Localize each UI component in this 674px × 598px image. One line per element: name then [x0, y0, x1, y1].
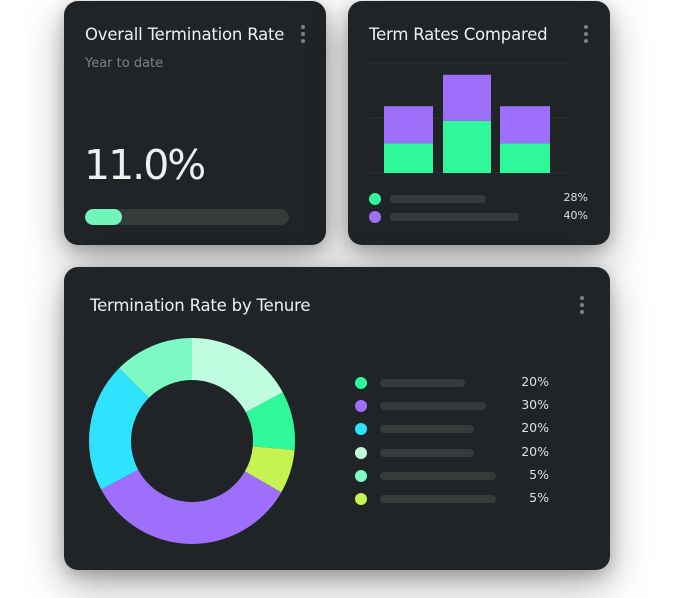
legend-placeholder-bar [380, 425, 474, 434]
bar-segment [384, 106, 433, 144]
legend-item: 20% [355, 443, 555, 459]
kebab-menu-icon[interactable] [577, 294, 587, 316]
legend-placeholder-bar [380, 448, 474, 457]
legend-item: 40% [369, 209, 589, 223]
legend-value: 40% [563, 209, 588, 222]
bar-segment [443, 120, 491, 173]
legend-dot [355, 469, 367, 482]
termination-rate-value: 11.0% [84, 141, 206, 189]
legend-placeholder-bar [390, 195, 486, 203]
bar-segment [500, 143, 550, 173]
card-title: Termination Rate by Tenure [90, 296, 311, 315]
legend-value: 28% [563, 191, 588, 204]
card-subtitle: Year to date [85, 56, 164, 71]
legend-placeholder-bar [380, 495, 496, 503]
legend-value: 20% [521, 420, 549, 436]
bar-segment [443, 74, 491, 121]
legend-dot [369, 211, 381, 223]
legend-dot [355, 446, 367, 459]
kebab-menu-icon[interactable] [581, 23, 591, 45]
legend-value: 5% [529, 466, 549, 482]
legend-item: 28% [369, 191, 589, 205]
legend-item: 20% [355, 420, 555, 436]
legend-item: 5% [355, 490, 555, 505]
legend-placeholder-bar [390, 213, 519, 221]
bar-segment [384, 143, 433, 173]
legend-value: 30% [521, 397, 549, 413]
legend-item: 30% [355, 397, 555, 413]
bar-segment [500, 106, 550, 144]
legend-dot [355, 423, 367, 436]
legend-placeholder-bar [380, 379, 465, 387]
card-title: Term Rates Compared [369, 25, 548, 44]
donut-slice [101, 469, 282, 544]
termination-by-tenure-card: Termination Rate by Tenure 20% 30% 20% 20% 5… [64, 267, 610, 570]
legend-value: 20% [521, 374, 549, 389]
legend-placeholder-bar [380, 471, 496, 480]
legend-dot [355, 377, 367, 389]
kebab-menu-icon[interactable] [298, 23, 308, 45]
legend-item: 5% [355, 466, 555, 482]
legend-value: 5% [529, 490, 549, 505]
term-rates-compared-card: Term Rates Compared 28% 40% [348, 1, 610, 245]
legend-dot [355, 400, 367, 413]
legend-dot [369, 193, 381, 205]
progress-fill [85, 209, 122, 225]
legend-placeholder-bar [380, 402, 486, 411]
donut-chart [89, 338, 295, 544]
legend-item: 20% [355, 374, 555, 389]
card-title: Overall Termination Rate [85, 25, 285, 44]
progress-bar [85, 209, 289, 225]
legend-dot [355, 493, 367, 505]
stacked-bar-chart [369, 62, 571, 174]
legend-value: 20% [521, 443, 549, 459]
overall-termination-card: Overall Termination Rate Year to date 11… [64, 1, 326, 245]
